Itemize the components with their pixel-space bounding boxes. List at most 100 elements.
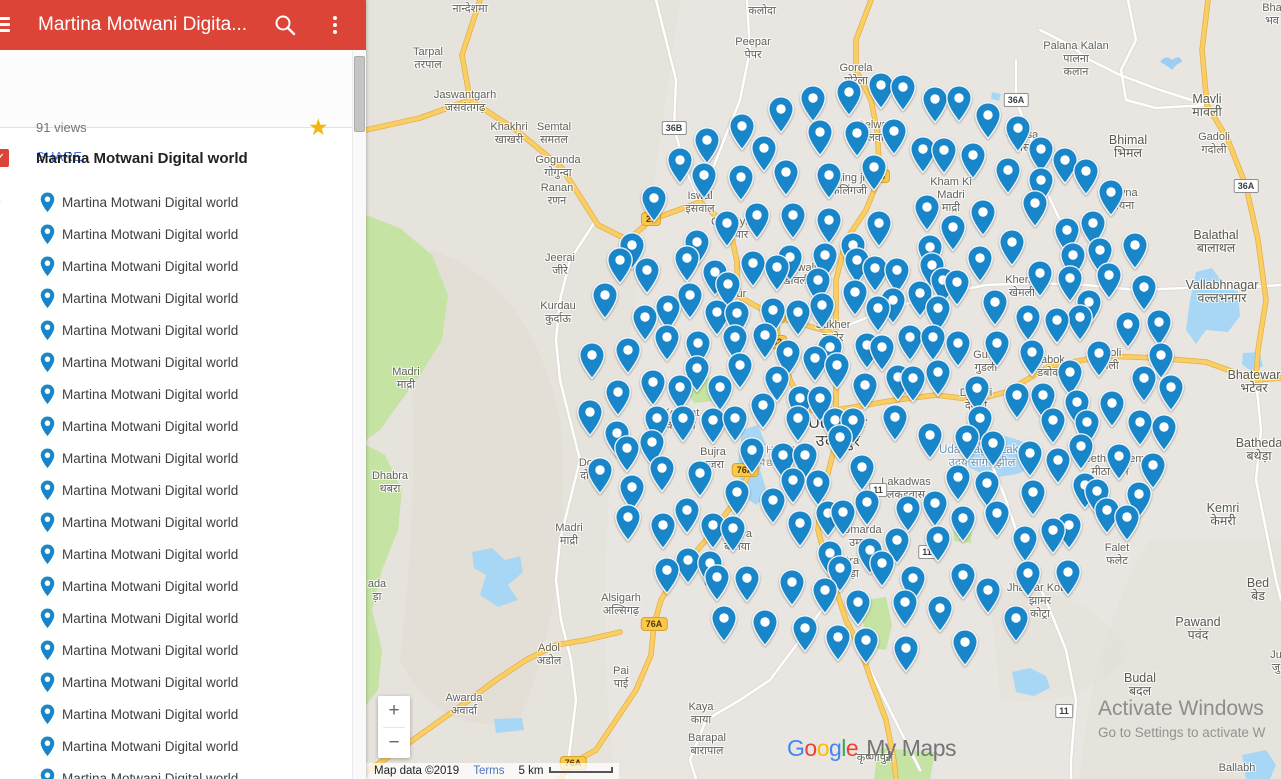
zoom-out-button[interactable]: − — [378, 728, 410, 759]
map-pin[interactable] — [667, 147, 693, 185]
map-pin[interactable] — [900, 365, 926, 403]
map-pin[interactable] — [773, 159, 799, 197]
map-pin[interactable] — [614, 435, 640, 473]
place-list-item[interactable]: Martina Motwani Digital world — [0, 218, 352, 250]
map-pin[interactable] — [1115, 311, 1141, 349]
map-pin[interactable] — [892, 589, 918, 627]
map-pin[interactable] — [1017, 440, 1043, 478]
map-pin[interactable] — [893, 635, 919, 673]
map-pin[interactable] — [1020, 479, 1046, 517]
map-pin[interactable] — [752, 609, 778, 647]
map-pin[interactable] — [1015, 304, 1041, 342]
map-pin[interactable] — [654, 324, 680, 362]
map-pin[interactable] — [792, 615, 818, 653]
map-pin[interactable] — [691, 162, 717, 200]
place-list-item[interactable]: Martina Motwani Digital world — [0, 282, 352, 314]
map-pin[interactable] — [920, 324, 946, 362]
map-pin[interactable] — [750, 392, 776, 430]
map-pin[interactable] — [836, 79, 862, 117]
map-pin[interactable] — [1012, 525, 1038, 563]
map-pin[interactable] — [975, 577, 1001, 615]
map-pin[interactable] — [670, 405, 696, 443]
map-pin[interactable] — [785, 299, 811, 337]
map-pin[interactable] — [865, 295, 891, 333]
map-pin[interactable] — [1045, 447, 1071, 485]
map-pin[interactable] — [1127, 409, 1153, 447]
map-pin[interactable] — [607, 247, 633, 285]
map-pin[interactable] — [579, 342, 605, 380]
map-pin[interactable] — [931, 137, 957, 175]
map-pin[interactable] — [1151, 414, 1177, 452]
place-list-item[interactable]: Martina Motwani Digital world — [0, 410, 352, 442]
map-pin[interactable] — [984, 330, 1010, 368]
map-pin[interactable] — [925, 359, 951, 397]
star-icon[interactable]: ★ — [308, 114, 329, 141]
map-pin[interactable] — [982, 289, 1008, 327]
map-pin[interactable] — [615, 337, 641, 375]
zoom-in-button[interactable]: + — [378, 696, 410, 727]
map-pin[interactable] — [1055, 559, 1081, 597]
map-pin[interactable] — [954, 424, 980, 462]
map-pin[interactable] — [1158, 374, 1184, 412]
map-pin[interactable] — [975, 102, 1001, 140]
map-pin[interactable] — [967, 245, 993, 283]
map-pin[interactable] — [917, 422, 943, 460]
place-list-item[interactable]: Martina Motwani Digital world — [0, 314, 352, 346]
map-pin[interactable] — [995, 157, 1021, 195]
map-pin[interactable] — [694, 127, 720, 165]
map-pin[interactable] — [768, 96, 794, 134]
map-pin[interactable] — [605, 379, 631, 417]
map-pin[interactable] — [807, 119, 833, 157]
map-pin[interactable] — [800, 85, 826, 123]
map-pin[interactable] — [1131, 274, 1157, 312]
map-pin[interactable] — [714, 210, 740, 248]
map-pin[interactable] — [816, 207, 842, 245]
map-pin[interactable] — [960, 142, 986, 180]
map-pin[interactable] — [844, 120, 870, 158]
map-pin[interactable] — [740, 250, 766, 288]
map-pin[interactable] — [634, 257, 660, 295]
map-pin[interactable] — [866, 210, 892, 248]
map-pin[interactable] — [650, 512, 676, 550]
place-list-item[interactable]: Martina Motwani Digital world — [0, 698, 352, 730]
more-options-icon[interactable] — [322, 12, 348, 38]
map-pin[interactable] — [787, 510, 813, 548]
map-pin[interactable] — [1003, 605, 1029, 643]
map-pin[interactable] — [1114, 504, 1140, 542]
search-icon[interactable] — [272, 12, 298, 38]
layer-checkbox[interactable]: ✓ — [0, 149, 9, 167]
map-pin[interactable] — [845, 589, 871, 627]
map-pin[interactable] — [852, 372, 878, 410]
map-pin[interactable] — [812, 577, 838, 615]
map-pin[interactable] — [882, 404, 908, 442]
map-pin[interactable] — [881, 118, 907, 156]
map-pin[interactable] — [854, 489, 880, 527]
map-pin[interactable] — [950, 505, 976, 543]
map-pin[interactable] — [1040, 517, 1066, 555]
map-pin[interactable] — [760, 487, 786, 525]
map-pin[interactable] — [970, 199, 996, 237]
map-pin[interactable] — [1131, 365, 1157, 403]
map-pin[interactable] — [1040, 407, 1066, 445]
place-list-item[interactable]: Martina Motwani Digital world — [0, 346, 352, 378]
map-pin[interactable] — [764, 254, 790, 292]
map-pin[interactable] — [1027, 260, 1053, 298]
hamburger-menu-icon[interactable] — [0, 17, 10, 32]
map-pin[interactable] — [853, 627, 879, 665]
map-pin[interactable] — [940, 214, 966, 252]
map-pin[interactable] — [649, 455, 675, 493]
map-pin[interactable] — [785, 405, 811, 443]
map-pin[interactable] — [825, 624, 851, 662]
map-pin[interactable] — [724, 479, 750, 517]
map-pin[interactable] — [674, 245, 700, 283]
map-pin[interactable] — [720, 515, 746, 553]
place-list-item[interactable]: Martina Motwani Digital world — [0, 570, 352, 602]
map-pin[interactable] — [984, 500, 1010, 538]
place-list-item[interactable]: Martina Motwani Digital world — [0, 378, 352, 410]
map-pin[interactable] — [1067, 304, 1093, 342]
map-pin[interactable] — [999, 229, 1025, 267]
map-pin[interactable] — [654, 557, 680, 595]
map-pin[interactable] — [615, 504, 641, 542]
map-pin[interactable] — [1068, 433, 1094, 471]
map-pin[interactable] — [641, 185, 667, 223]
